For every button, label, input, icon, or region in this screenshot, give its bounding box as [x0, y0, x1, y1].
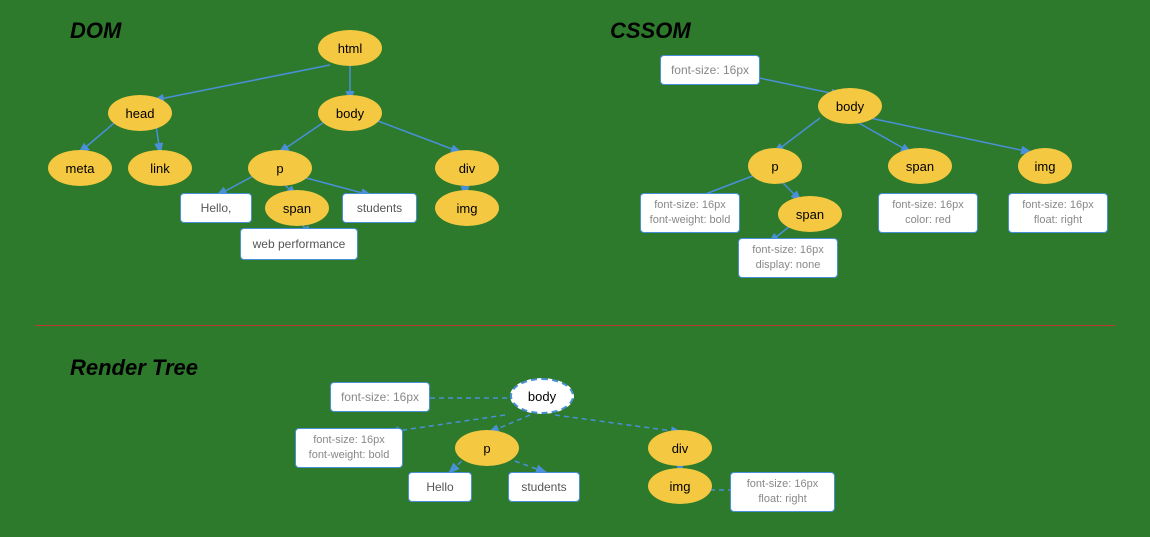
render-img-node: img: [648, 468, 712, 504]
render-body-node: body: [510, 378, 574, 414]
dom-head-node: head: [108, 95, 172, 131]
cssom-img-rect: font-size: 16px float: right: [1008, 193, 1108, 233]
dom-html-node: html: [318, 30, 382, 66]
dom-p-node: p: [248, 150, 312, 186]
dom-hello-rect: Hello,: [180, 193, 252, 223]
render-fontsize-rect: font-size: 16px: [330, 382, 430, 412]
dom-img-node: img: [435, 190, 499, 226]
cssom-img-node: img: [1018, 148, 1072, 184]
render-p-node: p: [455, 430, 519, 466]
cssom-span1-node: span: [888, 148, 952, 184]
dom-webperf-rect: web performance: [240, 228, 358, 260]
dom-link-node: link: [128, 150, 192, 186]
dom-title: DOM: [70, 18, 121, 44]
render-title: Render Tree: [70, 355, 198, 381]
render-students-rect: students: [508, 472, 580, 502]
dom-meta-node: meta: [48, 150, 112, 186]
dom-div-node: div: [435, 150, 499, 186]
dom-span-node: span: [265, 190, 329, 226]
cssom-root-rect: font-size: 16px: [660, 55, 760, 85]
cssom-span2-rect: font-size: 16px display: none: [738, 238, 838, 278]
cssom-title: CSSOM: [610, 18, 691, 44]
cssom-p-rect: font-size: 16px font-weight: bold: [640, 193, 740, 233]
render-img-styles-rect: font-size: 16px float: right: [730, 472, 835, 512]
render-p-styles-rect: font-size: 16px font-weight: bold: [295, 428, 403, 468]
connection-lines: [0, 0, 1150, 537]
cssom-span2-node: span: [778, 196, 842, 232]
dom-body-node: body: [318, 95, 382, 131]
cssom-span1-rect: font-size: 16px color: red: [878, 193, 978, 233]
diagram-container: DOM CSSOM Render Tree: [0, 0, 1150, 537]
render-hello-rect: Hello: [408, 472, 472, 502]
cssom-body-node: body: [818, 88, 882, 124]
cssom-p-node: p: [748, 148, 802, 184]
section-divider: [35, 325, 1115, 326]
dom-students-rect: students: [342, 193, 417, 223]
render-div-node: div: [648, 430, 712, 466]
